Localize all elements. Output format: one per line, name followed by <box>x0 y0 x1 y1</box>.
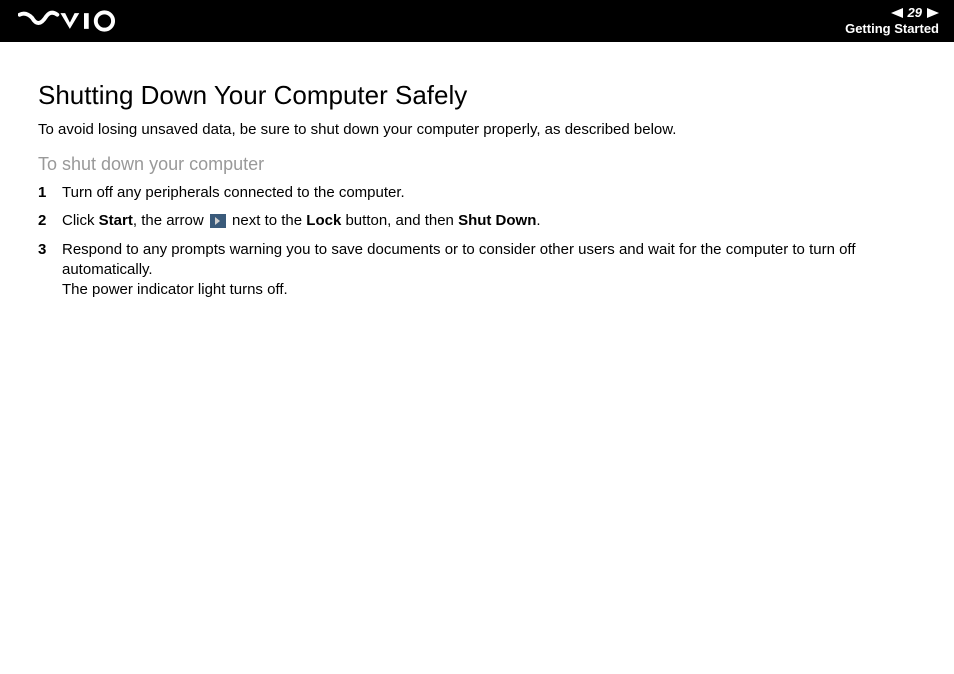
step-text: Click Start, the arrow next to the Lock … <box>62 211 934 231</box>
step-number: 2 <box>38 211 62 231</box>
text-line: Respond to any prompts warning you to sa… <box>62 241 855 278</box>
vaio-logo <box>18 10 128 32</box>
step-text: Turn off any peripherals connected to th… <box>62 183 934 203</box>
text-fragment: . <box>536 212 540 229</box>
page-navigation: 29 <box>891 6 939 20</box>
page-number: 29 <box>908 6 922 20</box>
text-fragment: button, and then <box>341 212 458 229</box>
steps-list: 1 Turn off any peripherals connected to … <box>38 183 934 300</box>
bold-lock: Lock <box>306 212 341 229</box>
page-title: Shutting Down Your Computer Safely <box>38 80 934 111</box>
text-fragment: next to the <box>228 212 306 229</box>
step-item: 3 Respond to any prompts warning you to … <box>38 240 934 301</box>
intro-paragraph: To avoid losing unsaved data, be sure to… <box>38 121 934 138</box>
sub-heading: To shut down your computer <box>38 154 934 175</box>
next-page-arrow-icon[interactable] <box>927 8 939 18</box>
step-item: 2 Click Start, the arrow next to the Loc… <box>38 211 934 231</box>
step-item: 1 Turn off any peripherals connected to … <box>38 183 934 203</box>
step-number: 1 <box>38 183 62 203</box>
step-text: Respond to any prompts warning you to sa… <box>62 240 934 301</box>
header-bar: 29 Getting Started <box>0 0 954 42</box>
prev-page-arrow-icon[interactable] <box>891 8 903 18</box>
text-line: The power indicator light turns off. <box>62 281 288 298</box>
text-fragment: Click <box>62 212 99 229</box>
arrow-button-icon <box>210 214 226 228</box>
text-fragment: , the arrow <box>133 212 208 229</box>
section-name: Getting Started <box>845 22 939 36</box>
step-number: 3 <box>38 240 62 260</box>
page-content: Shutting Down Your Computer Safely To av… <box>0 42 954 328</box>
bold-shutdown: Shut Down <box>458 212 536 229</box>
bold-start: Start <box>99 212 133 229</box>
header-right: 29 Getting Started <box>845 6 939 36</box>
